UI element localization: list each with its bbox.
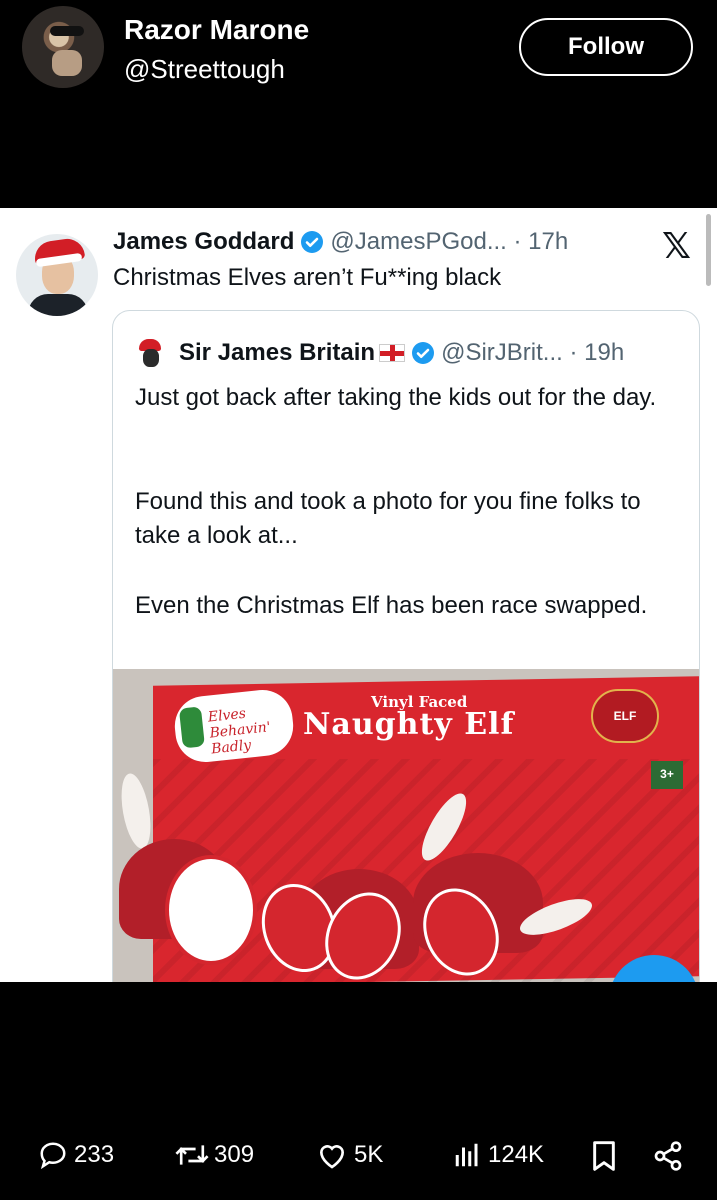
verified-icon — [301, 231, 324, 253]
elf-badge: ELF — [591, 689, 659, 743]
views-count: 124K — [488, 1141, 545, 1168]
avatar-hand — [52, 50, 82, 76]
bookmark-icon — [593, 1141, 615, 1171]
follow-button[interactable]: Follow — [519, 18, 693, 76]
profile-avatar[interactable] — [22, 6, 104, 88]
quote-paragraph-3: Even the Christmas Elf has been race swa… — [135, 592, 648, 619]
elf-icon — [178, 706, 205, 749]
like-button[interactable]: 5K — [316, 1140, 383, 1170]
quote-handle-time: @SirJBrit... · 19h — [441, 339, 625, 366]
scrollbar[interactable] — [706, 214, 711, 286]
profile-handle[interactable]: @Streettough — [124, 54, 285, 85]
retweet-icon — [175, 1145, 209, 1165]
tweet-author[interactable]: James Goddard — [113, 228, 294, 256]
quote-paragraph-1: Just got back after taking the kids out … — [135, 384, 657, 411]
views-button[interactable]: 124K — [452, 1140, 544, 1170]
embedded-screenshot[interactable]: James Goddard @JamesPGod... · 17h 𝕏 Chri… — [0, 208, 717, 982]
action-bar: 233 309 5K 124K — [0, 1140, 717, 1180]
verified-icon — [412, 342, 435, 364]
box-title: Naughty Elf — [303, 707, 515, 742]
tweet-avatar[interactable] — [16, 234, 98, 316]
share-button[interactable] — [652, 1140, 684, 1172]
reply-button[interactable]: 233 — [38, 1140, 114, 1170]
quote-paragraph-2: Found this and took a photo for you fine… — [135, 488, 641, 549]
quote-photo[interactable]: Elves Behavin' Badly Vinyl Faced Naughty… — [113, 669, 699, 982]
quote-avatar[interactable] — [135, 337, 167, 369]
retweet-button[interactable]: 309 — [174, 1140, 254, 1170]
quote-header: Sir James Britain @SirJBrit... · 19h — [135, 337, 624, 369]
x-logo-icon: 𝕏 — [662, 225, 692, 266]
tweet-header: James Goddard @JamesPGod... · 17h — [113, 228, 568, 256]
profile-name[interactable]: Razor Marone — [124, 14, 309, 46]
reply-icon — [40, 1142, 66, 1170]
views-icon — [455, 1143, 478, 1167]
tweet-handle-time: @JamesPGod... · 17h — [330, 228, 569, 255]
tweet-text: Christmas Elves aren’t Fu**ing black — [113, 264, 502, 291]
retweet-count: 309 — [214, 1141, 255, 1168]
england-flag-icon — [379, 344, 406, 362]
like-count: 5K — [354, 1141, 384, 1168]
elf-ear — [116, 771, 156, 851]
bookmark-button[interactable] — [590, 1140, 618, 1172]
avatar-glasses — [50, 26, 84, 36]
quote-author[interactable]: Sir James Britain — [179, 339, 375, 367]
elfie-tag — [165, 855, 257, 965]
share-icon — [654, 1141, 682, 1171]
reply-count: 233 — [74, 1141, 115, 1168]
like-icon — [319, 1145, 345, 1169]
quoted-tweet[interactable]: Sir James Britain @SirJBrit... · 19h Jus… — [112, 310, 700, 982]
age-label: 3+ — [651, 761, 683, 789]
